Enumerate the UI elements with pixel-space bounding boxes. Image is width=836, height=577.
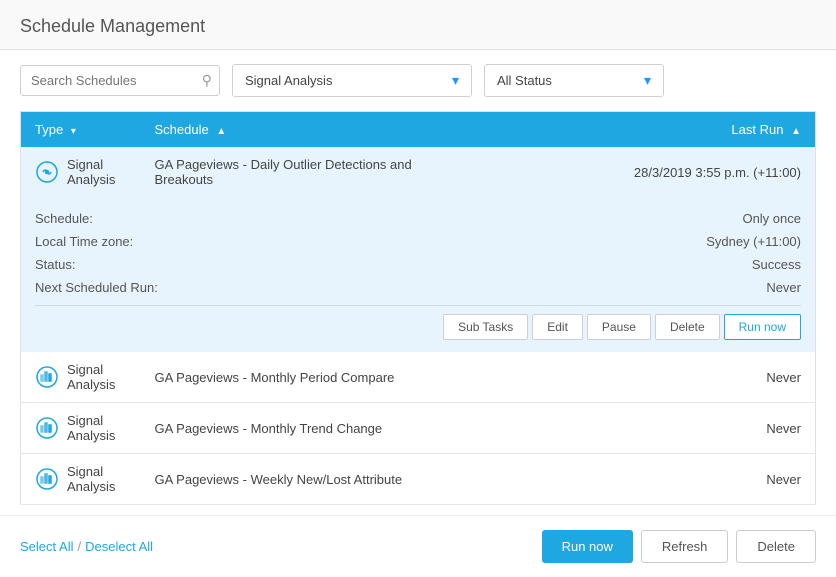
schedule-table: Type ▾ Schedule ▲ Last Run ▲ xyxy=(20,111,816,505)
row1-detail: Schedule: Only once Local Time zone: Syd… xyxy=(21,197,816,352)
status-value: Success xyxy=(752,257,801,272)
status-label: Status: xyxy=(35,257,75,272)
subtasks-button[interactable]: Sub Tasks xyxy=(443,314,528,340)
row1-lastrun-cell: 28/3/2019 3:55 p.m. (+11:00) xyxy=(441,147,816,197)
row4-lastrun-cell: Never xyxy=(441,454,816,505)
schedule-table-container: Type ▾ Schedule ▲ Last Run ▲ xyxy=(20,111,816,515)
deselect-all-link[interactable]: Deselect All xyxy=(85,539,153,554)
filter-type-dropdown[interactable]: Signal Analysis ▾ xyxy=(232,64,472,97)
row2-type-cell: Signal Analysis xyxy=(21,352,141,403)
table-header: Type ▾ Schedule ▲ Last Run ▲ xyxy=(21,112,816,148)
nextrun-label: Next Scheduled Run: xyxy=(35,280,158,295)
row1-schedule-cell: GA Pageviews - Daily Outlier Detections … xyxy=(141,147,441,197)
row1-detail-body: Schedule: Only once Local Time zone: Syd… xyxy=(21,197,815,352)
signal-analysis-icon-3 xyxy=(35,414,59,442)
schedule-value: Only once xyxy=(742,211,801,226)
search-input[interactable] xyxy=(20,65,220,96)
detail-timezone-row: Local Time zone: Sydney (+11:00) xyxy=(35,230,801,253)
filter-status-dropdown[interactable]: All Status ▾ xyxy=(484,64,664,97)
row3-schedule-cell: GA Pageviews - Monthly Trend Change xyxy=(141,403,441,454)
footer-right: Run now Refresh Delete xyxy=(542,530,816,563)
row1-type: Signal Analysis xyxy=(67,157,127,187)
table-row[interactable]: Signal Analysis GA Pageviews - Monthly P… xyxy=(21,352,816,403)
row3-type-cell: Signal Analysis xyxy=(21,403,141,454)
row4-schedule-cell: GA Pageviews - Weekly New/Lost Attribute xyxy=(141,454,441,505)
footer-run-now-button[interactable]: Run now xyxy=(542,530,633,563)
toolbar: ⚲ Signal Analysis ▾ All Status ▾ xyxy=(0,50,836,111)
table-row[interactable]: Signal Analysis GA Pageviews - Monthly T… xyxy=(21,403,816,454)
signal-analysis-icon-1 xyxy=(35,158,59,186)
search-wrapper: ⚲ xyxy=(20,65,220,96)
type-sort-icon: ▾ xyxy=(71,126,76,137)
footer-refresh-button[interactable]: Refresh xyxy=(641,530,729,563)
row4-type: Signal Analysis xyxy=(67,464,127,494)
lastrun-sort-icon: ▲ xyxy=(791,126,801,137)
run-now-button[interactable]: Run now xyxy=(724,314,801,340)
row4-type-cell: Signal Analysis xyxy=(21,454,141,505)
table-row[interactable]: Signal Analysis GA Pageviews - Daily Out… xyxy=(21,147,816,197)
filter-status-arrow-icon: ▾ xyxy=(644,72,651,89)
header-type[interactable]: Type ▾ xyxy=(21,112,141,148)
row2-lastrun-cell: Never xyxy=(441,352,816,403)
row3-schedule-name: GA Pageviews - Monthly Trend Change xyxy=(155,421,383,436)
row2-schedule-cell: GA Pageviews - Monthly Period Compare xyxy=(141,352,441,403)
pause-button[interactable]: Pause xyxy=(587,314,651,340)
schedule-label: Schedule: xyxy=(35,211,93,226)
header-schedule[interactable]: Schedule ▲ xyxy=(141,112,441,148)
table-body: Signal Analysis GA Pageviews - Daily Out… xyxy=(21,147,816,505)
detail-status-row: Status: Success xyxy=(35,253,801,276)
delete-button[interactable]: Delete xyxy=(655,314,720,340)
schedule-sort-icon: ▲ xyxy=(216,126,226,137)
row2-lastrun: Never xyxy=(766,370,801,385)
row4-schedule-name: GA Pageviews - Weekly New/Lost Attribute xyxy=(155,472,403,487)
timezone-value: Sydney (+11:00) xyxy=(706,234,801,249)
row1-type-cell: Signal Analysis xyxy=(21,147,141,197)
row2-schedule-name: GA Pageviews - Monthly Period Compare xyxy=(155,370,395,385)
footer: Select All / Deselect All Run now Refres… xyxy=(0,515,836,577)
row4-lastrun: Never xyxy=(766,472,801,487)
row1-lastrun: 28/3/2019 3:55 p.m. (+11:00) xyxy=(634,165,801,180)
edit-button[interactable]: Edit xyxy=(532,314,583,340)
row3-lastrun-cell: Never xyxy=(441,403,816,454)
nextrun-value: Never xyxy=(766,280,801,295)
search-icon: ⚲ xyxy=(202,72,212,89)
page-title: Schedule Management xyxy=(0,0,836,50)
row2-type: Signal Analysis xyxy=(67,362,127,392)
signal-analysis-icon-2 xyxy=(35,363,59,391)
detail-schedule-row: Schedule: Only once xyxy=(35,207,801,230)
row1-action-bar: Sub Tasks Edit Pause Delete Run now xyxy=(35,305,801,346)
timezone-label: Local Time zone: xyxy=(35,234,133,249)
row3-type: Signal Analysis xyxy=(67,413,127,443)
footer-separator: / xyxy=(77,539,81,554)
table-row[interactable]: Signal Analysis GA Pageviews - Weekly Ne… xyxy=(21,454,816,505)
select-all-link[interactable]: Select All xyxy=(20,539,73,554)
footer-left: Select All / Deselect All xyxy=(20,539,153,554)
detail-nextrun-row: Next Scheduled Run: Never xyxy=(35,276,801,299)
signal-analysis-icon-4 xyxy=(35,465,59,493)
row1-detail-cell: Schedule: Only once Local Time zone: Syd… xyxy=(21,197,816,352)
filter-type-label: Signal Analysis xyxy=(245,73,332,88)
footer-delete-button[interactable]: Delete xyxy=(736,530,816,563)
row3-lastrun: Never xyxy=(766,421,801,436)
filter-status-label: All Status xyxy=(497,73,552,88)
filter-type-arrow-icon: ▾ xyxy=(452,72,459,89)
row1-schedule-name: GA Pageviews - Daily Outlier Detections … xyxy=(155,157,412,187)
header-last-run[interactable]: Last Run ▲ xyxy=(441,112,816,148)
